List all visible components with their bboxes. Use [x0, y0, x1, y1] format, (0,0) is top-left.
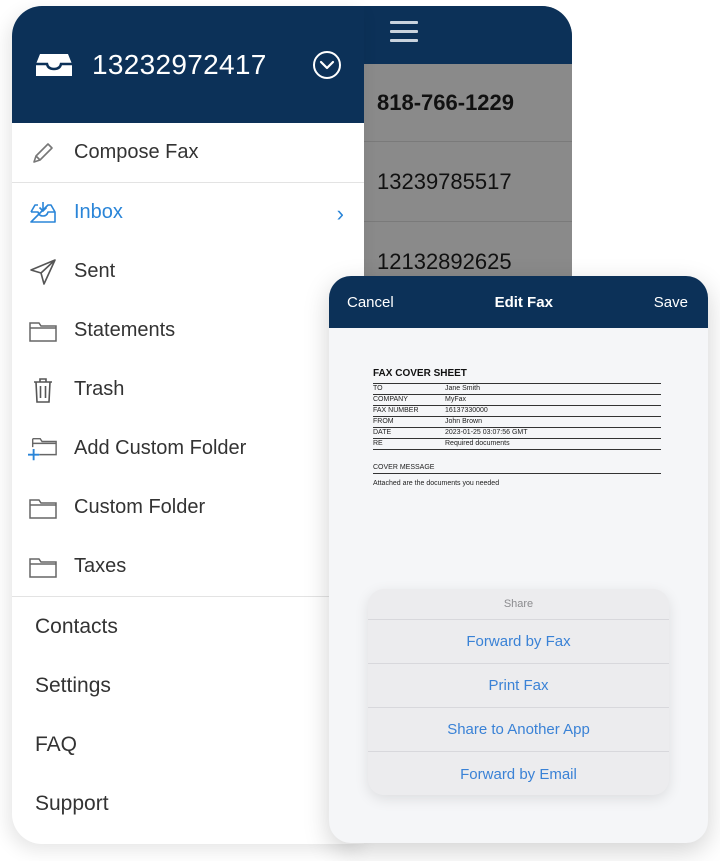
- chevron-down-circle-icon[interactable]: [312, 50, 342, 80]
- list-item[interactable]: 13239785517: [330, 142, 572, 222]
- inbox-icon: [28, 199, 58, 227]
- sidebar-item-taxes[interactable]: Taxes: [12, 537, 364, 596]
- trash-icon: [28, 376, 58, 404]
- table-row: RE Required documents: [373, 439, 661, 450]
- folder-icon: [28, 494, 58, 522]
- table-row: COMPANY MyFax: [373, 395, 661, 406]
- field-key: RE: [373, 440, 383, 447]
- chevron-right-icon: ›: [336, 201, 344, 226]
- field-key: FROM: [373, 418, 394, 425]
- folder-add-icon: [28, 435, 58, 463]
- sidebar-item-label: Custom Folder: [74, 496, 206, 518]
- sidebar-item-label: Inbox: [74, 201, 123, 223]
- table-row: TO Jane Smith: [373, 384, 661, 395]
- share-sheet-title: Share: [368, 589, 669, 620]
- sidebar-item-statements[interactable]: Statements: [12, 301, 364, 360]
- app-promo-stage: 818-766-1229 13239785517 12132892625 132…: [0, 0, 720, 861]
- fax-document-preview: FAX COVER SHEET TO Jane Smith COMPANY MyFa…: [373, 368, 663, 487]
- edit-fax-header: Cancel Edit Fax Save: [329, 276, 708, 328]
- sidebar-item-label: Add Custom Folder: [74, 437, 247, 459]
- side-menu: 13232972417 Compose Fax Inbox › Sent Sta…: [12, 6, 364, 844]
- field-value: Required documents: [445, 440, 510, 447]
- cover-sheet-table: TO Jane Smith COMPANY MyFax FAX NUMBER 1613…: [373, 383, 661, 450]
- folder-icon: [28, 317, 58, 345]
- list-header: [330, 6, 572, 64]
- share-action-sheet: Share Forward by Fax Print Fax Share to …: [368, 589, 669, 795]
- fax-list-panel: 818-766-1229 13239785517 12132892625: [330, 6, 572, 306]
- sidebar-item-label: Taxes: [74, 555, 127, 577]
- field-key: DATE: [373, 429, 392, 436]
- account-header: 13232972417: [12, 6, 364, 123]
- field-value: John Brown: [445, 418, 482, 425]
- table-row: FAX NUMBER 16137330000: [373, 406, 661, 417]
- edit-fax-screen: Cancel Edit Fax Save FAX COVER SHEET TO J…: [329, 276, 708, 843]
- sidebar-item-label: Sent: [74, 260, 116, 282]
- table-row: DATE 2023-01-25 03:07:56 GMT: [373, 428, 661, 439]
- cover-message-text: Attached are the documents you needed: [373, 480, 500, 487]
- field-value: 2023-01-25 03:07:56 GMT: [445, 429, 528, 436]
- forward-by-email-button[interactable]: Forward by Email: [368, 752, 669, 795]
- sidebar-item-custom-folder[interactable]: Custom Folder: [12, 478, 364, 537]
- folder-icon: [28, 553, 58, 581]
- share-to-app-button[interactable]: Share to Another App: [368, 708, 669, 752]
- sidebar-item-label: Statements: [74, 319, 176, 341]
- sidebar-item-sent[interactable]: Sent: [12, 242, 364, 301]
- edit-fax-title: Edit Fax: [494, 293, 553, 311]
- table-row: FROM John Brown: [373, 417, 661, 428]
- menu-link-faq[interactable]: FAQ: [12, 715, 364, 774]
- sidebar-item-inbox[interactable]: Inbox ›: [12, 183, 364, 242]
- field-key: COMPANY: [373, 396, 408, 403]
- sidebar-item-label: Trash: [74, 378, 125, 400]
- field-value: Jane Smith: [445, 385, 481, 392]
- field-value: MyFax: [445, 396, 466, 403]
- field-value: 16137330000: [445, 407, 488, 414]
- cover-message-label: COVER MESSAGE: [373, 464, 661, 474]
- compose-fax-label: Compose Fax: [74, 141, 199, 163]
- hamburger-menu-icon[interactable]: [390, 21, 418, 48]
- inbox-tray-icon: [36, 53, 72, 76]
- list-item[interactable]: 818-766-1229: [330, 64, 572, 142]
- menu-link-support[interactable]: Support: [12, 774, 364, 833]
- print-fax-button[interactable]: Print Fax: [368, 664, 669, 708]
- pencil-icon: [28, 139, 58, 167]
- menu-link-settings[interactable]: Settings: [12, 656, 364, 715]
- sidebar-item-add-custom-folder[interactable]: Add Custom Folder: [12, 419, 364, 478]
- compose-fax-button[interactable]: Compose Fax: [12, 123, 364, 183]
- field-key: TO: [373, 385, 383, 392]
- save-button[interactable]: Save: [654, 294, 688, 311]
- menu-link-contacts[interactable]: Contacts: [12, 597, 364, 656]
- account-number: 13232972417: [92, 48, 267, 80]
- cancel-button[interactable]: Cancel: [347, 294, 394, 311]
- sidebar-item-trash[interactable]: Trash: [12, 360, 364, 419]
- field-key: FAX NUMBER: [373, 407, 419, 414]
- send-icon: [28, 258, 58, 286]
- forward-by-fax-button[interactable]: Forward by Fax: [368, 620, 669, 664]
- document-title: FAX COVER SHEET: [373, 368, 467, 379]
